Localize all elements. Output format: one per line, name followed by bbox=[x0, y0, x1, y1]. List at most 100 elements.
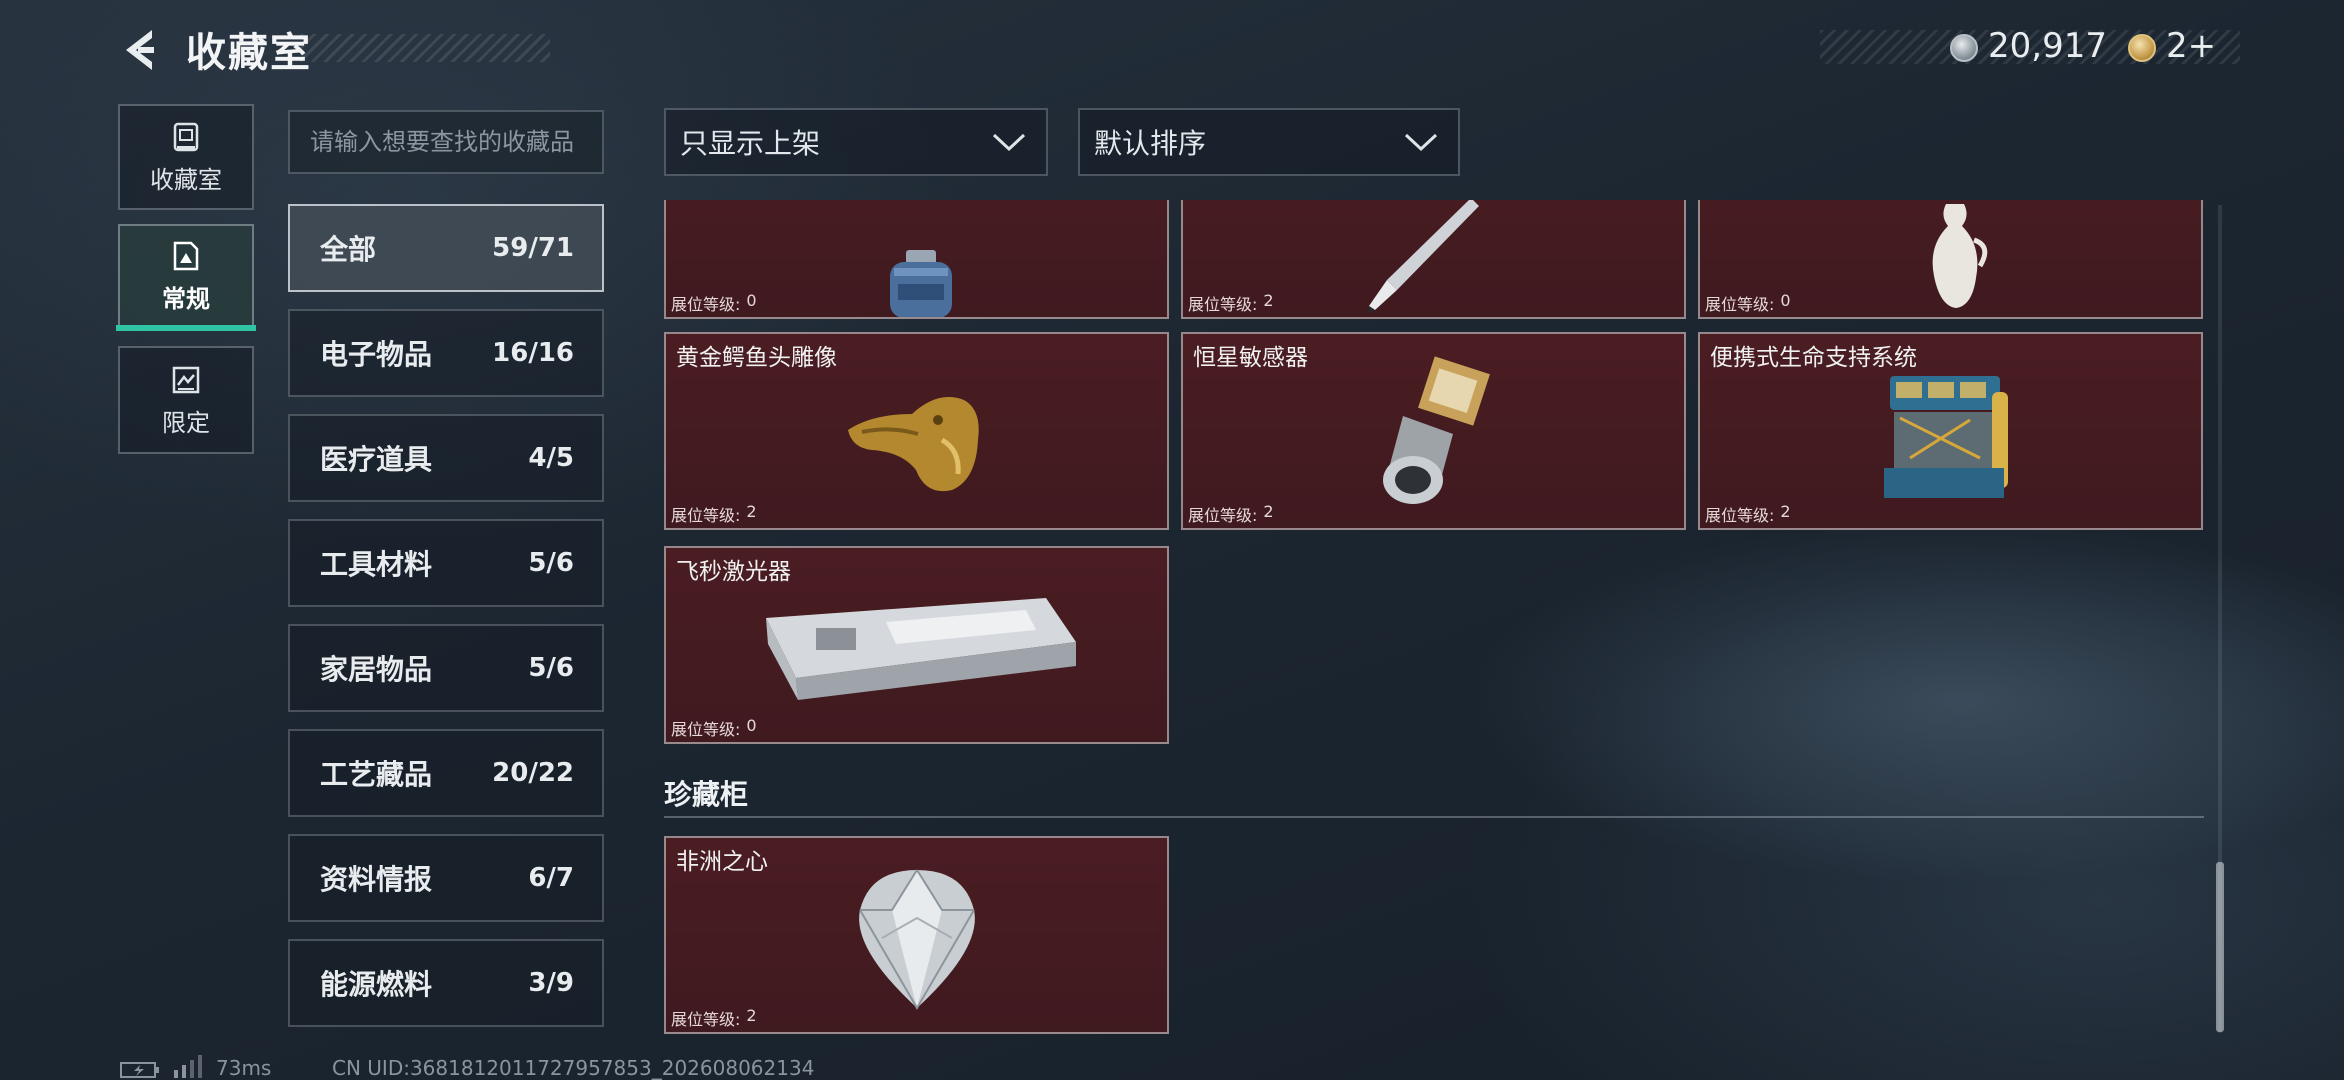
booth-level: 展位等级: 2 bbox=[1705, 502, 1791, 526]
listing-filter-label: 只显示上架 bbox=[680, 127, 821, 160]
booth-level: 展位等级: 2 bbox=[1188, 291, 1274, 315]
vault-icon bbox=[173, 122, 199, 151]
category-intel[interactable]: 资料情报 6/7 bbox=[288, 834, 604, 922]
gold-ticket-icon bbox=[2128, 34, 2156, 62]
item-name: 恒星敏感器 bbox=[1193, 345, 1308, 371]
category-count: 4/5 bbox=[528, 443, 574, 473]
category-tools[interactable]: 工具材料 5/6 bbox=[288, 519, 604, 607]
back-arrow-icon bbox=[126, 30, 154, 70]
booth-level-value: 0 bbox=[746, 291, 757, 310]
booth-level: 展位等级: 0 bbox=[1705, 291, 1791, 315]
collection-card[interactable]: 恒星敏感器 展位等级: 2 bbox=[1181, 332, 1686, 530]
back-button[interactable] bbox=[118, 26, 160, 74]
category-fuel[interactable]: 能源燃料 3/9 bbox=[288, 939, 604, 1027]
collection-card[interactable]: 飞秒激光器 展位等级: 0 bbox=[664, 546, 1169, 744]
booth-level-value: 2 bbox=[1263, 291, 1274, 310]
collection-card[interactable]: 非洲之心 展位等级: 2 bbox=[664, 836, 1169, 1034]
booth-level-label: 展位等级: bbox=[671, 506, 741, 525]
category-name: 工艺藏品 bbox=[320, 758, 433, 791]
listing-filter-dropdown[interactable]: 只显示上架 bbox=[664, 108, 1048, 176]
search-input[interactable] bbox=[310, 128, 582, 156]
chevron-down-icon bbox=[992, 133, 1026, 152]
femtosecond-laser-icon bbox=[766, 598, 1076, 700]
collection-card[interactable]: 展位等级: 0 bbox=[1698, 200, 2203, 319]
page-title: 收藏室 bbox=[186, 30, 312, 76]
chevron-down-icon bbox=[1404, 133, 1438, 152]
gold-crocodile-head-icon bbox=[848, 397, 979, 492]
category-household[interactable]: 家居物品 5/6 bbox=[288, 624, 604, 712]
booth-level-label: 展位等级: bbox=[671, 295, 741, 314]
coin-balance: 20,917 bbox=[1988, 26, 2107, 66]
title-decoration bbox=[300, 34, 550, 62]
category-count: 20/22 bbox=[492, 758, 574, 788]
category-electronics[interactable]: 电子物品 16/16 bbox=[288, 309, 604, 397]
search-box[interactable] bbox=[288, 110, 604, 174]
nav-vault[interactable]: 收藏室 bbox=[118, 104, 254, 210]
category-crafts[interactable]: 工艺藏品 20/22 bbox=[288, 729, 604, 817]
booth-level-label: 展位等级: bbox=[1705, 506, 1775, 525]
nav-label: 常规 bbox=[162, 284, 210, 313]
booth-level-value: 2 bbox=[1263, 502, 1274, 521]
item-name: 飞秒激光器 bbox=[676, 559, 791, 585]
diamond-icon bbox=[859, 869, 975, 1010]
booth-level: 展位等级: 2 bbox=[1188, 502, 1274, 526]
category-count: 5/6 bbox=[528, 548, 574, 578]
booth-level: 展位等级: 0 bbox=[671, 291, 757, 315]
category-all[interactable]: 全部 59/71 bbox=[288, 204, 604, 292]
booth-level-value: 2 bbox=[1780, 502, 1791, 521]
gas-canister-icon bbox=[890, 250, 952, 317]
treasure-section-title: 珍藏柜 bbox=[664, 778, 749, 811]
booth-level: 展位等级: 2 bbox=[671, 502, 757, 526]
nav-regular[interactable]: 常规 bbox=[118, 224, 254, 328]
category-name: 家居物品 bbox=[320, 653, 433, 686]
scrollbar-thumb[interactable] bbox=[2216, 862, 2224, 1032]
booth-level: 展位等级: 2 bbox=[671, 1006, 757, 1030]
section-divider bbox=[664, 816, 2204, 818]
booth-level-label: 展位等级: bbox=[671, 1010, 741, 1029]
category-name: 全部 bbox=[320, 233, 377, 266]
item-name: 非洲之心 bbox=[676, 849, 768, 875]
category-name: 医疗道具 bbox=[320, 443, 433, 476]
booth-level-label: 展位等级: bbox=[1188, 506, 1258, 525]
category-count: 59/71 bbox=[492, 233, 574, 263]
category-count: 16/16 bbox=[492, 338, 574, 368]
collection-card[interactable]: 展位等级: 2 bbox=[1181, 200, 1686, 319]
collection-card[interactable]: 展位等级: 0 bbox=[664, 200, 1169, 319]
category-name: 资料情报 bbox=[320, 863, 433, 896]
item-name: 黄金鳄鱼头雕像 bbox=[676, 345, 837, 371]
fountain-pen-icon bbox=[1367, 200, 1479, 314]
user-uid: CN UID:3681812011727957853_202608062134 bbox=[332, 1056, 815, 1080]
booth-level-label: 展位等级: bbox=[671, 720, 741, 739]
collection-card[interactable]: 黄金鳄鱼头雕像 展位等级: 2 bbox=[664, 332, 1169, 530]
ticket-balance[interactable]: 2+ bbox=[2166, 26, 2216, 66]
porcelain-ewer-icon bbox=[1932, 204, 1988, 308]
booth-level-label: 展位等级: bbox=[1188, 295, 1258, 314]
category-medical[interactable]: 医疗道具 4/5 bbox=[288, 414, 604, 502]
booth-level-value: 2 bbox=[746, 1006, 757, 1025]
collection-grid: 展位等级: 0 展位等级: 2 展位等级: 0 黄金鳄鱼头雕像 展位等级: 2 … bbox=[660, 200, 2212, 1036]
category-name: 电子物品 bbox=[320, 338, 433, 371]
nav-active-indicator bbox=[116, 325, 256, 331]
category-name: 工具材料 bbox=[320, 548, 433, 581]
limited-icon bbox=[172, 366, 200, 393]
category-name: 能源燃料 bbox=[320, 968, 433, 1001]
booth-level-value: 0 bbox=[1780, 291, 1791, 310]
booth-level-value: 0 bbox=[746, 716, 757, 735]
nav-label: 收藏室 bbox=[150, 165, 222, 194]
booth-level: 展位等级: 0 bbox=[671, 716, 757, 740]
battery-icon bbox=[120, 1062, 159, 1078]
silver-coin-icon bbox=[1950, 34, 1978, 62]
collection-card[interactable]: 便携式生命支持系统 展位等级: 2 bbox=[1698, 332, 2203, 530]
sort-dropdown[interactable]: 默认排序 bbox=[1078, 108, 1460, 176]
ping-indicator: 73ms bbox=[216, 1056, 272, 1080]
booth-level-label: 展位等级: bbox=[1705, 295, 1775, 314]
gallery-icon bbox=[173, 241, 199, 270]
booth-level-value: 2 bbox=[746, 502, 757, 521]
star-sensor-icon bbox=[1383, 356, 1490, 504]
life-support-icon bbox=[1884, 376, 2008, 498]
sort-label: 默认排序 bbox=[1094, 127, 1207, 160]
nav-label: 限定 bbox=[162, 408, 210, 437]
category-count: 6/7 bbox=[528, 863, 574, 893]
nav-limited[interactable]: 限定 bbox=[118, 346, 254, 454]
signal-icon bbox=[174, 1055, 202, 1078]
